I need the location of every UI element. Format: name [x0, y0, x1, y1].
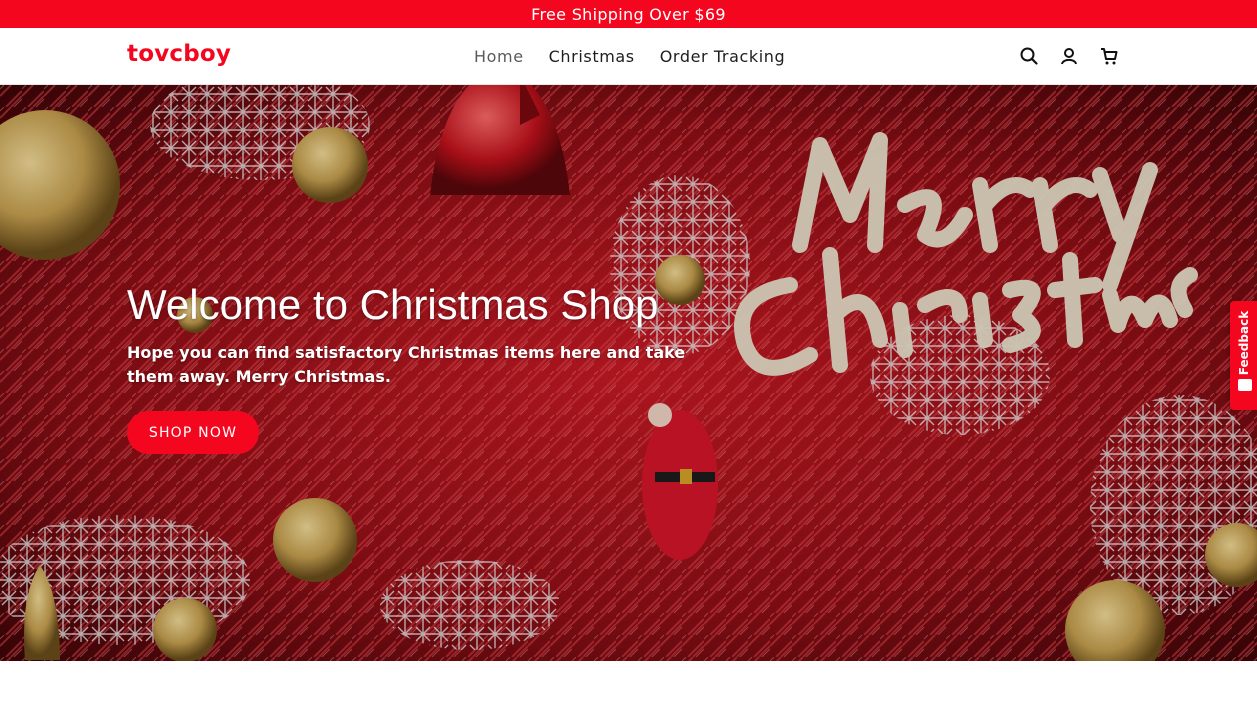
search-icon[interactable]	[1017, 44, 1041, 68]
feedback-label: Feedback	[1237, 310, 1251, 376]
announcement-text: Free Shipping Over $69	[531, 4, 726, 24]
feedback-tab[interactable]: Feedback	[1230, 301, 1257, 410]
hero-subtitle: Hope you can find satisfactory Christmas…	[127, 343, 686, 386]
announcement-bar: Free Shipping Over $69	[0, 0, 1257, 28]
logo[interactable]: tovcboy	[127, 41, 231, 67]
site-header: tovcboy Home Christmas Order Tracking	[0, 28, 1257, 85]
chat-icon	[1238, 379, 1252, 391]
nav-order-tracking[interactable]: Order Tracking	[660, 47, 786, 66]
nav-home[interactable]: Home	[474, 47, 524, 66]
hero-content: Welcome to Christmas Shop Hope you can f…	[127, 281, 707, 454]
header-icons	[1017, 44, 1137, 68]
shop-now-button[interactable]: SHOP NOW	[127, 411, 259, 454]
main-nav: Home Christmas Order Tracking	[474, 28, 810, 84]
nav-christmas[interactable]: Christmas	[549, 47, 635, 66]
hero-title: Welcome to Christmas Shop	[127, 281, 659, 328]
account-icon[interactable]	[1057, 44, 1081, 68]
cart-icon[interactable]	[1097, 44, 1121, 68]
hero-banner: Welcome to Christmas Shop Hope you can f…	[0, 85, 1257, 661]
